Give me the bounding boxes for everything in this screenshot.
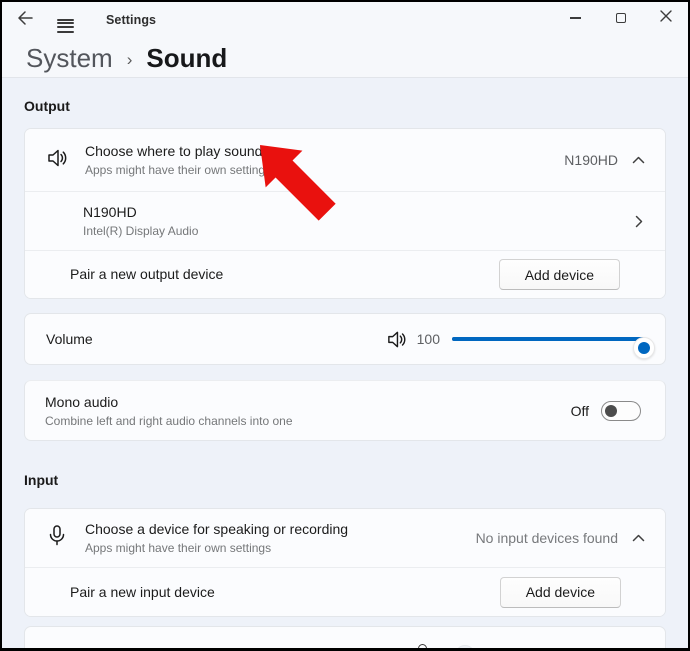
speaker-icon: [46, 147, 68, 174]
volume-value: 100: [417, 331, 440, 347]
volume-speaker-icon[interactable]: [386, 329, 407, 350]
volume-slider-thumb[interactable]: [633, 337, 655, 359]
close-button[interactable]: [643, 2, 688, 34]
microphone-icon: [418, 644, 427, 651]
breadcrumb-separator-icon: ›: [127, 50, 133, 70]
navigation-menu-button[interactable]: [48, 6, 82, 34]
output-section-label: Output: [24, 98, 666, 116]
microphone-icon: [47, 525, 67, 551]
partial-bottom-card: [24, 626, 666, 651]
mono-audio-toggle[interactable]: [601, 401, 641, 421]
output-device-card: Choose where to play sound Apps might ha…: [24, 128, 666, 299]
choose-input-title: Choose a device for speaking or recordin…: [85, 520, 348, 539]
maximize-button[interactable]: [598, 2, 643, 34]
device-driver: Intel(R) Display Audio: [83, 223, 198, 239]
volume-label: Volume: [46, 330, 93, 349]
close-icon: [660, 9, 672, 27]
mono-audio-subtitle: Combine left and right audio channels in…: [45, 413, 293, 429]
mono-audio-state: Off: [571, 403, 589, 419]
volume-slider[interactable]: [452, 328, 644, 350]
settings-content: Output Choose where to play sound Apps m…: [2, 98, 688, 651]
device-name: N190HD: [83, 203, 198, 222]
choose-output-title: Choose where to play sound: [85, 142, 271, 161]
add-input-device-button[interactable]: Add device: [500, 577, 621, 608]
window-controls: [553, 2, 688, 34]
breadcrumb-parent[interactable]: System: [26, 43, 113, 74]
volume-card: Volume 100: [24, 313, 666, 365]
choose-input-subtitle: Apps might have their own settings: [85, 540, 348, 556]
mono-audio-card: Mono audio Combine left and right audio …: [24, 380, 666, 441]
choose-output-row[interactable]: Choose where to play sound Apps might ha…: [25, 129, 665, 191]
toggle-knob: [605, 405, 617, 417]
add-output-device-button[interactable]: Add device: [499, 259, 620, 290]
partial-control: [455, 645, 475, 651]
mono-audio-title: Mono audio: [45, 393, 293, 412]
app-title: Settings: [106, 13, 156, 27]
title-bar: Settings: [2, 2, 688, 38]
hamburger-icon: [57, 19, 74, 21]
chevron-up-icon[interactable]: [632, 534, 645, 542]
pair-input-label: Pair a new input device: [70, 583, 215, 602]
back-button[interactable]: [8, 6, 42, 34]
output-device-row[interactable]: N190HD Intel(R) Display Audio: [25, 191, 665, 250]
pair-output-row: Pair a new output device Add device: [25, 250, 665, 298]
page-header: System › Sound: [2, 38, 688, 78]
choose-input-row[interactable]: Choose a device for speaking or recordin…: [25, 509, 665, 567]
page-title: Sound: [146, 43, 227, 74]
choose-output-subtitle: Apps might have their own settings: [85, 162, 271, 178]
pair-output-label: Pair a new output device: [70, 265, 223, 284]
pair-input-row: Pair a new input device Add device: [25, 567, 665, 616]
settings-window: Settings System › Sound Output: [0, 0, 690, 651]
maximize-icon: [616, 13, 626, 23]
input-section-label: Input: [24, 472, 666, 490]
chevron-right-icon: [635, 215, 643, 228]
back-arrow-icon: [17, 11, 33, 30]
volume-slider-track[interactable]: [452, 337, 644, 341]
minimize-button[interactable]: [553, 2, 598, 34]
minimize-icon: [570, 17, 581, 19]
selected-output-device: N190HD: [564, 152, 618, 168]
volume-slider-fill: [452, 337, 644, 341]
input-device-card: Choose a device for speaking or recordin…: [24, 508, 666, 617]
chevron-up-icon[interactable]: [632, 156, 645, 164]
input-device-status: No input devices found: [476, 530, 618, 546]
